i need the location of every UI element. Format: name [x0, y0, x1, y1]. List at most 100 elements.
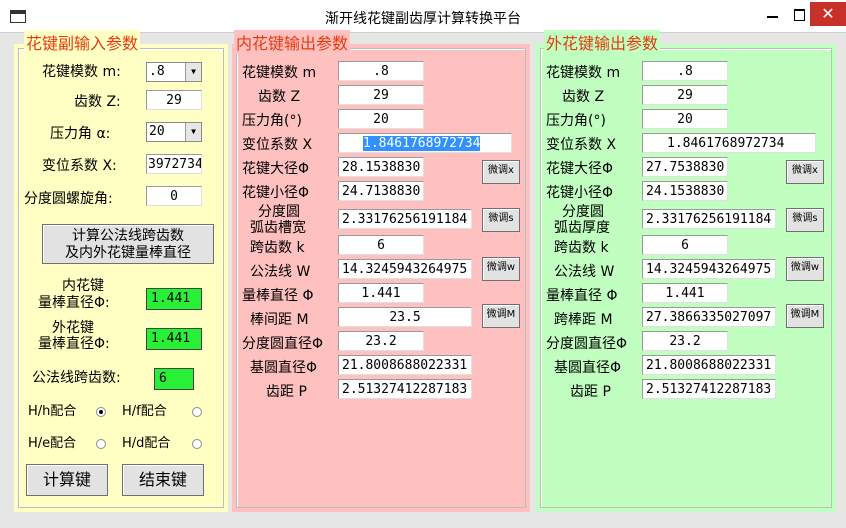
calc-span-rod-button-line1: 计算公法线跨齿数: [72, 228, 184, 244]
inner-pressure-label: 压力角(°): [242, 113, 302, 129]
inner-module-field[interactable]: .8: [338, 61, 424, 81]
inner-shift-selected-text: 1.8461768972734: [363, 136, 481, 151]
outer-teeth-field[interactable]: 29: [642, 85, 728, 105]
outer-teeth-label: 齿数 Z: [562, 89, 605, 105]
inner-major-label: 花键大径Φ: [242, 161, 310, 177]
fit-hf-radio[interactable]: [192, 407, 202, 417]
outer-panel-legend: 外花键输出参数: [544, 30, 661, 54]
inner-shift-label: 变位系数 X: [242, 137, 313, 153]
radio-label-hf: H/f配合: [122, 404, 167, 419]
helix-input[interactable]: 0: [146, 186, 202, 206]
inner-rod-label-1: 内花键: [62, 278, 104, 294]
outer-rod-field[interactable]: 1.441: [642, 283, 728, 303]
module-label: 花键模数 m:: [42, 64, 121, 80]
close-button[interactable]: ✕: [810, 2, 846, 26]
chevron-down-icon[interactable]: ▼: [185, 123, 201, 141]
inner-panel-legend: 内花键输出参数: [234, 30, 351, 54]
teeth-input[interactable]: 29: [146, 90, 202, 110]
inner-pressure-field[interactable]: 20: [338, 109, 424, 129]
outer-rodspan-field[interactable]: 27.3866335027097: [642, 307, 776, 327]
inner-minor-label: 花键小径Φ: [242, 185, 310, 201]
calc-span-rod-button[interactable]: 计算公法线跨齿数 及内外花键量棒直径: [42, 224, 214, 264]
outer-shift-field[interactable]: 1.8461768972734: [642, 133, 816, 153]
span-count-label: 公法线跨齿数:: [32, 370, 121, 386]
outer-base-field[interactable]: 21.8008688022331: [642, 355, 776, 375]
outer-module-field[interactable]: .8: [642, 61, 728, 81]
outer-wn-field[interactable]: 14.3245943264975: [642, 259, 776, 279]
outer-rod-label-1: 外花键: [52, 320, 94, 336]
radio-label-he: H/e配合: [28, 436, 77, 451]
outer-fine-x-button[interactable]: 微调x: [786, 160, 824, 184]
chevron-down-icon[interactable]: ▼: [185, 63, 201, 81]
inner-p-field[interactable]: 2.51327412287183: [338, 379, 472, 399]
teeth-label: 齿数 Z:: [74, 94, 121, 110]
outer-major-field[interactable]: 27.7538830: [642, 157, 728, 177]
outer-rodspan-label: 跨棒距 M: [554, 312, 613, 328]
inner-rodspan-label: 棒间距 M: [250, 312, 309, 328]
inner-base-label: 基圆直径Φ: [250, 360, 318, 376]
inner-minor-field[interactable]: 24.7138830: [338, 181, 424, 201]
outer-pressure-field[interactable]: 20: [642, 109, 728, 129]
outer-output-panel: 外花键输出参数 花键模数 m .8 齿数 Z 29 压力角(°) 20 变位系数…: [536, 30, 836, 512]
outer-arc-label-1: 分度圆: [562, 204, 604, 220]
outer-shift-label: 变位系数 X: [546, 137, 617, 153]
inner-fine-m-button[interactable]: 微调M: [482, 304, 520, 328]
inner-wn-label: 公法线 W: [250, 264, 311, 280]
title-bar: 渐开线花键副齿厚计算转换平台 ✕: [0, 0, 846, 33]
inner-arc-field[interactable]: 2.33176256191184: [338, 209, 472, 229]
end-button[interactable]: 结束键: [122, 464, 204, 496]
inner-span-field[interactable]: 6: [338, 235, 424, 255]
fit-he-radio[interactable]: [96, 439, 106, 449]
inner-teeth-field[interactable]: 29: [338, 85, 424, 105]
inner-span-label: 跨齿数 k: [250, 240, 305, 256]
outer-rod-label-2: 量棒直径Φ:: [38, 336, 110, 352]
shift-input[interactable]: 3972734: [146, 154, 202, 174]
outer-rod-diameter-display: 1.441: [146, 328, 202, 350]
minimize-button[interactable]: [758, 2, 788, 26]
outer-major-label: 花键大径Φ: [546, 161, 614, 177]
outer-base-label: 基圆直径Φ: [554, 360, 622, 376]
inner-rod-label: 量棒直径 Φ: [242, 288, 314, 304]
fit-hd-radio[interactable]: [192, 439, 202, 449]
module-select-value: .8: [149, 64, 165, 79]
radio-label-hd: H/d配合: [122, 436, 171, 451]
outer-module-label: 花键模数 m: [546, 65, 621, 81]
inner-fine-s-button[interactable]: 微调s: [482, 208, 520, 232]
inner-teeth-label: 齿数 Z: [258, 89, 301, 105]
outer-pitch-label: 分度圆直径Φ: [546, 336, 628, 352]
inner-pitch-field[interactable]: 23.2: [338, 331, 424, 351]
inner-major-field[interactable]: 28.1538830: [338, 157, 424, 177]
inner-rod-field[interactable]: 1.441: [338, 283, 424, 303]
outer-p-field[interactable]: 2.51327412287183: [642, 379, 776, 399]
inner-module-label: 花键模数 m: [242, 65, 317, 81]
outer-span-label: 跨齿数 k: [554, 240, 609, 256]
pressure-label: 压力角 α:: [50, 126, 111, 142]
outer-pitch-field[interactable]: 23.2: [642, 331, 728, 351]
span-count-display: 6: [154, 368, 194, 390]
inner-wn-field[interactable]: 14.3245943264975: [338, 259, 472, 279]
window-title: 渐开线花键副齿厚计算转换平台: [325, 11, 521, 27]
outer-fine-w-button[interactable]: 微调w: [786, 257, 824, 281]
compute-button[interactable]: 计算键: [26, 464, 108, 496]
inner-p-label: 齿距 P: [266, 384, 307, 400]
inner-fine-w-button[interactable]: 微调w: [482, 257, 520, 281]
shift-label: 变位系数 X:: [42, 158, 117, 174]
outer-span-field[interactable]: 6: [642, 235, 728, 255]
fit-hh-radio[interactable]: [96, 407, 106, 417]
inner-rodspan-field[interactable]: 23.5: [338, 307, 472, 327]
outer-fine-m-button[interactable]: 微调M: [786, 304, 824, 328]
outer-minor-field[interactable]: 24.1538830: [642, 181, 728, 201]
input-panel: 花键副输入参数 花键模数 m: .8 ▼ 齿数 Z: 29 压力角 α: 20 …: [14, 30, 228, 512]
radio-label-hh: H/h配合: [28, 404, 77, 419]
inner-base-field[interactable]: 21.8008688022331: [338, 355, 472, 375]
pressure-select[interactable]: 20 ▼: [146, 122, 202, 142]
inner-fine-x-button[interactable]: 微调x: [482, 160, 520, 184]
outer-arc-label-2: 弧齿厚度: [554, 220, 610, 236]
outer-arc-field[interactable]: 2.33176256191184: [642, 209, 776, 229]
inner-shift-field[interactable]: 1.8461768972734: [338, 133, 512, 153]
helix-label: 分度圆螺旋角:: [24, 191, 113, 207]
outer-p-label: 齿距 P: [570, 384, 611, 400]
module-select[interactable]: .8 ▼: [146, 62, 202, 82]
outer-fine-s-button[interactable]: 微调s: [786, 208, 824, 232]
inner-rod-label-2: 量棒直径Φ:: [38, 295, 110, 311]
